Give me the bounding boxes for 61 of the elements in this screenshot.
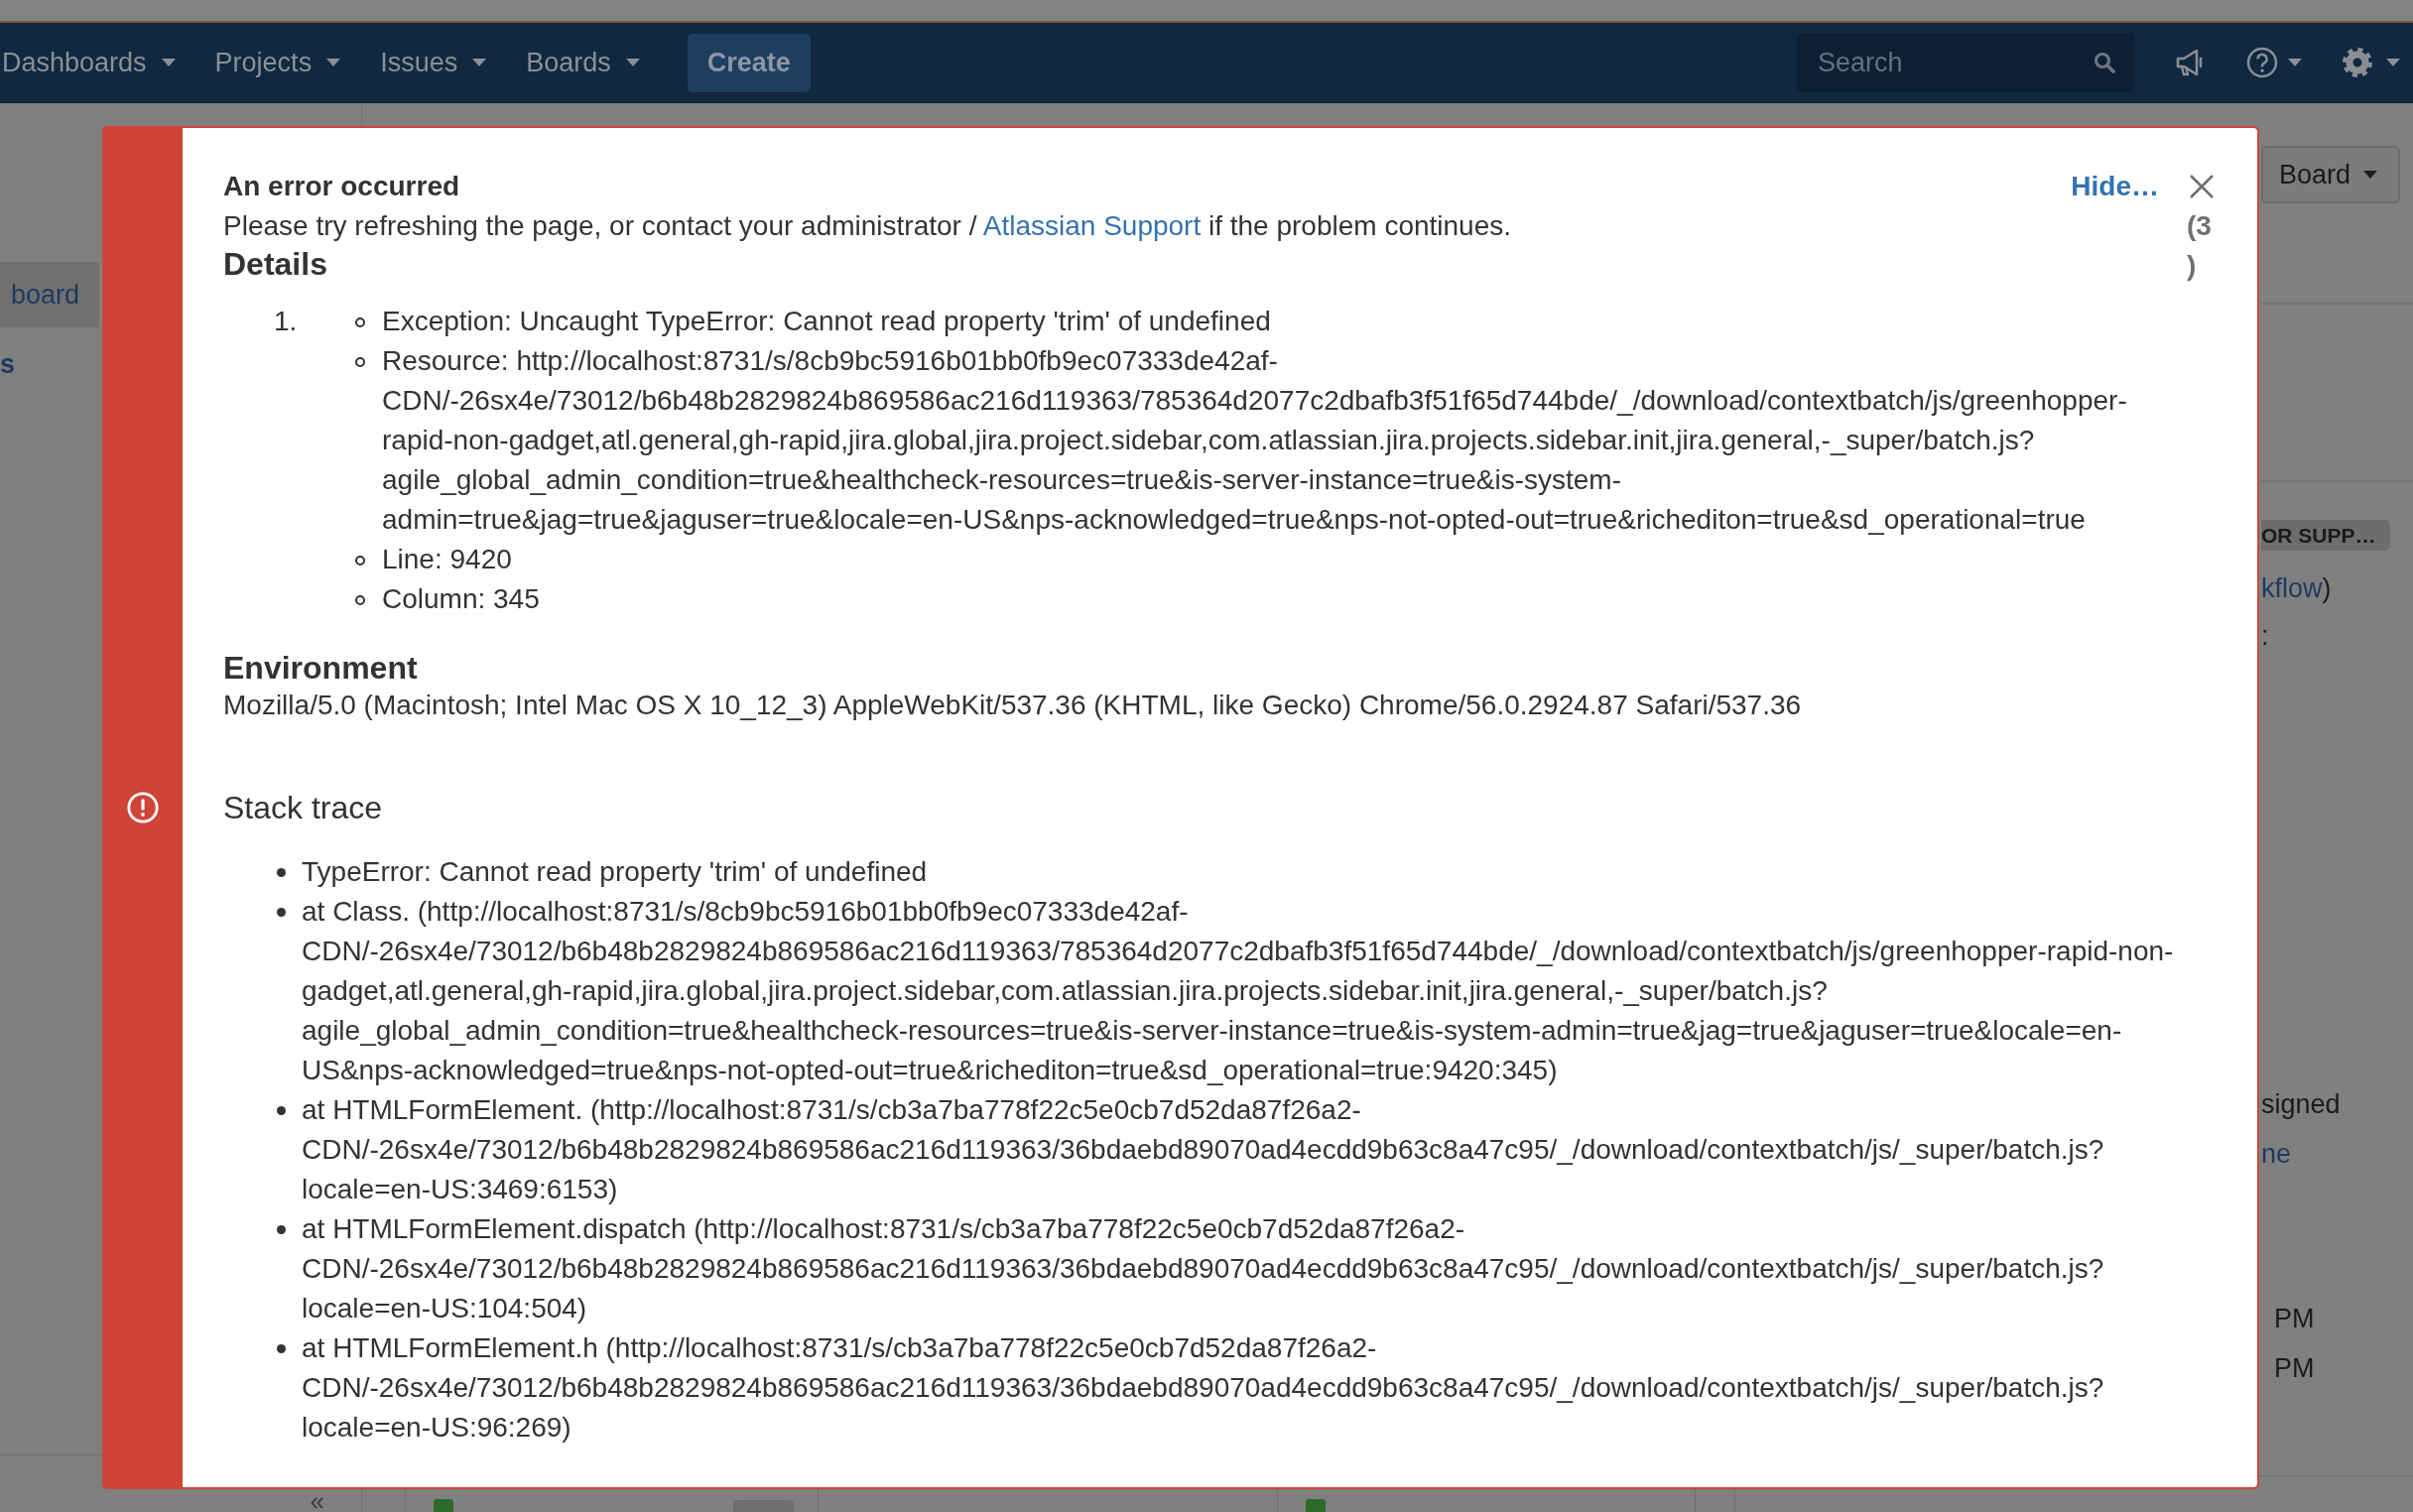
partial-text: PM bbox=[2274, 1352, 2315, 1385]
nav-menu[interactable]: Issues bbox=[380, 47, 487, 78]
status-lozenge: OR SUPP… bbox=[2261, 520, 2390, 551]
caret-icon[interactable] bbox=[2386, 59, 2400, 66]
square-icon bbox=[1306, 1499, 1326, 1512]
stack-trace-line: TypeError: Cannot read property 'trim' of undefined bbox=[302, 855, 928, 889]
section-heading: Details bbox=[223, 246, 327, 282]
section-heading: Environment bbox=[223, 650, 418, 686]
help-icon[interactable] bbox=[2246, 47, 2278, 78]
bullet-icon bbox=[277, 1225, 286, 1234]
create-button[interactable]: Create bbox=[687, 33, 811, 92]
partial-text: : bbox=[2261, 620, 2269, 653]
caret-icon bbox=[2363, 171, 2378, 179]
error-message: Please try refreshing the page, or contact your administrator / Atlassian Support if the problem continues. bbox=[223, 209, 1512, 243]
search-icon[interactable] bbox=[2094, 51, 2115, 73]
section-heading: Stack trace bbox=[223, 789, 383, 827]
dialog-title: An error occurred bbox=[223, 170, 460, 203]
stack-trace-line: at HTMLFormElement. (http://localhost:8731/s/cb3a7ba778f22c5e0cb7d52da87f26a2-CDN/-26sx4e/73012/b6b48b2829824b869586ac216d119363/36bdaebd89070ad4ecdd9b63c8a47c95/_/download/contextbatch/js/_super/batch.js?locale=en-US:3469:6153) bbox=[302, 1093, 2105, 1206]
caret-icon bbox=[161, 59, 176, 66]
detail-text: Column: 345 bbox=[382, 582, 540, 616]
megaphone-icon[interactable] bbox=[2175, 48, 2205, 77]
sidebar-item[interactable]: board bbox=[0, 262, 99, 327]
stack-trace-line: at HTMLFormElement.h (http://localhost:8731/s/cb3a7ba778f22c5e0cb7d52da87f26a2-CDN/-26sx4e/73012/b6b48b2829824b869586ac216d119363/36bdaebd89070ad4ecdd9b63c8a47c95/_/download/contextbatch/js/_super/batch.js?locale=en-US:96:269) bbox=[302, 1331, 2105, 1445]
bullet-icon bbox=[277, 868, 286, 877]
settings-icon[interactable] bbox=[2342, 47, 2373, 78]
partial-text: kflow) bbox=[2261, 572, 2332, 605]
environment-text: Mozilla/5.0 (Macintosh; Intel Mac OS X 10_12_3) AppleWebKit/537.36 (KHTML, like Gecko) Chrome/56.0.2924.87 Safari/537.36 bbox=[223, 689, 1802, 722]
stack-trace-line: at HTMLFormElement.dispatch (http://localhost:8731/s/cb3a7ba778f22c5e0cb7d52da87f26a2-CDN/-26sx4e/73012/b6b48b2829824b869586ac216d119363/36bdaebd89070ad4ecdd9b63c8a47c95/_/download/contextbatch/js/_super/batch.js?locale=en-US:104:504) bbox=[302, 1212, 2105, 1325]
nav-menu[interactable]: Projects bbox=[214, 47, 341, 78]
support-link[interactable]: Atlassian Support bbox=[982, 210, 1202, 241]
partial-link[interactable]: kflow bbox=[2261, 573, 2323, 603]
board-dropdown[interactable]: Board bbox=[2261, 146, 2400, 203]
nav-menu[interactable]: Boards bbox=[526, 47, 640, 78]
partial-text: signed bbox=[2261, 1088, 2341, 1121]
square-icon bbox=[434, 1499, 453, 1512]
sidebar-item[interactable]: s bbox=[0, 331, 99, 397]
error-count: (3) bbox=[2187, 209, 2213, 283]
close-icon[interactable] bbox=[2189, 174, 2215, 199]
partial-link[interactable]: ne bbox=[2261, 1129, 2292, 1179]
partial-text: PM bbox=[2274, 1303, 2315, 1335]
bullet-icon bbox=[277, 1344, 286, 1353]
detail-text: Exception: Uncaught TypeError: Cannot read property 'trim' of undefined bbox=[382, 305, 1271, 338]
hide-link[interactable]: Hide… bbox=[2071, 167, 2159, 206]
error-icon bbox=[126, 792, 159, 823]
search-field[interactable]: Search bbox=[1797, 33, 2134, 92]
collapse-toggle[interactable]: « bbox=[310, 1491, 324, 1511]
caret-icon bbox=[326, 59, 341, 66]
bullet-icon bbox=[355, 317, 365, 327]
bullet-icon bbox=[355, 357, 365, 367]
stack-trace-line: at Class. (http://localhost:8731/s/8cb9bc5916b01bb0fb9ec07333de42af-CDN/-26sx4e/73012/b6b48b2829824b869586ac216d119363/785364d2077c2dbafb3f51f65d744bde/_/download/contextbatch/js/greenhopper-rapid-non-gadget,atl.general,gh-rapid,jira.global,jira.project.sidebar,com.atlassian.jira.projects.sidebar.init,jira.general,-_super/batch.js?agile_global_admin_condition=true&healthcheck-resources=true&is-server-instance=true&is-system-admin=true&jag=true&jaguser=true&locale=en-US&nps-acknowledged=true&nps-not-opted-out=true&richediton=true&sd_operational=true:9420:345) bbox=[302, 895, 2175, 1087]
caret-icon[interactable] bbox=[2288, 59, 2302, 66]
bullet-icon bbox=[277, 908, 286, 917]
bullet-icon bbox=[277, 1106, 286, 1115]
bullet-icon bbox=[355, 556, 365, 566]
nav-menu[interactable]: Dashboards bbox=[2, 47, 176, 78]
list-number: 1. bbox=[274, 306, 298, 336]
caret-icon bbox=[472, 59, 487, 66]
bullet-icon bbox=[355, 595, 365, 605]
caret-icon bbox=[625, 59, 640, 66]
detail-text: Line: 9420 bbox=[382, 543, 512, 576]
detail-text: Resource: http://localhost:8731/s/8cb9bc5916b01bb0fb9ec07333de42af-CDN/-26sx4e/73012/b6b48b2829824b869586ac216d119363/785364d2077c2dbafb3f51f65d744bde/_/download/contextbatch/js/greenhopper-rapid-non-gadget,atl.general,gh-rapid,jira.global,jira.project.sidebar,com.atlassian.jira.projects.sidebar.init,jira.general,-_super/batch.js?agile_global_admin_condition=true&healthcheck-resources=true&is-server-instance=true&is-system-admin=true&jag=true&jaguser=true&locale=en-US&nps-acknowledged=true&nps-not-opted-out=true&richediton=true&sd_operational=true bbox=[382, 344, 2128, 537]
